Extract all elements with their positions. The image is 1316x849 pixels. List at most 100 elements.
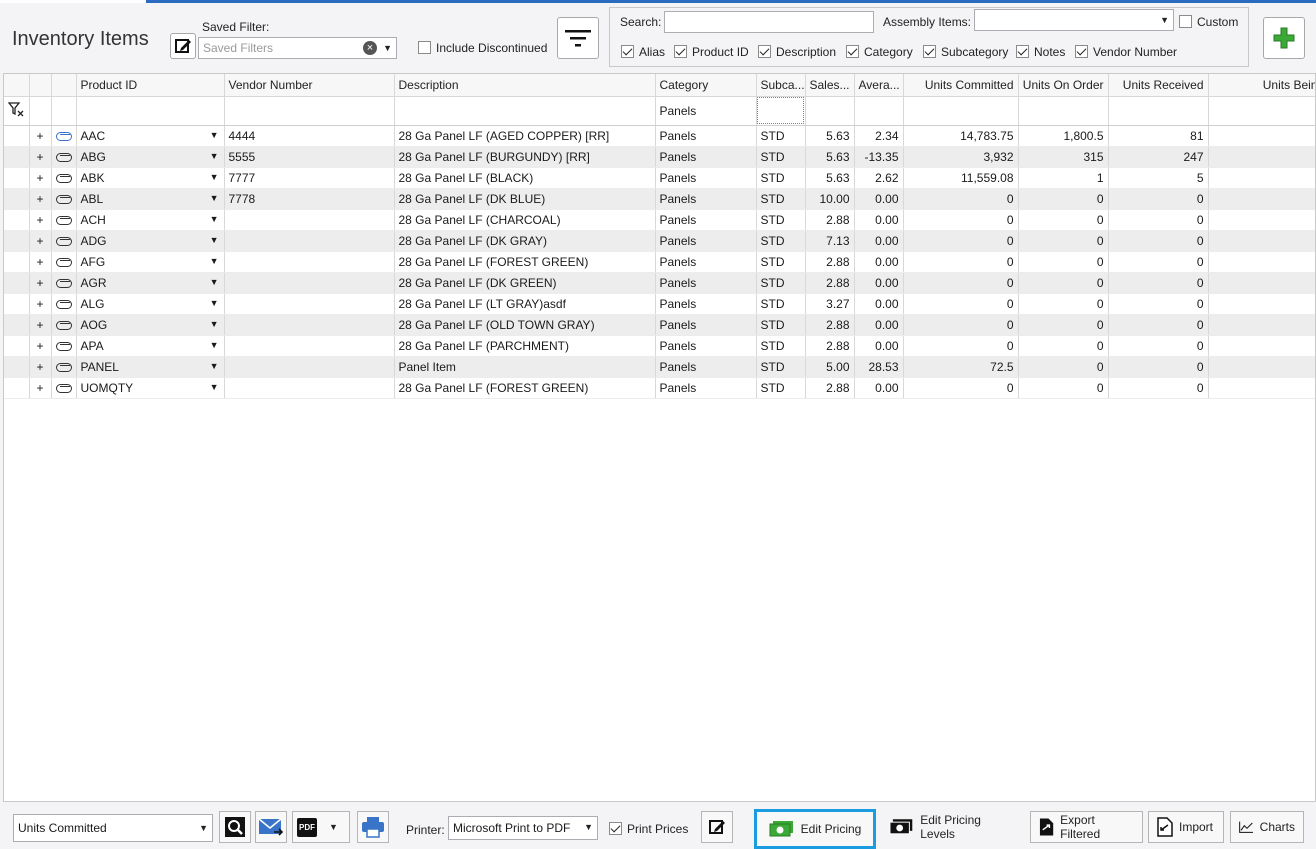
- cell-subcategory[interactable]: STD: [756, 125, 806, 147]
- cell-units-received[interactable]: 0: [1108, 335, 1209, 357]
- cell-units-being-produced[interactable]: [1208, 314, 1315, 336]
- cell-vendor-number[interactable]: 7777: [224, 167, 395, 189]
- filter-cell-category[interactable]: Panels: [655, 96, 757, 126]
- edit-pricing-levels-button[interactable]: Edit Pricing Levels: [880, 811, 1025, 843]
- row-indicator[interactable]: [4, 167, 30, 189]
- cell-units-committed[interactable]: 0: [903, 335, 1019, 357]
- filter-cell-sales[interactable]: [805, 96, 855, 126]
- charts-button[interactable]: Charts: [1230, 811, 1304, 843]
- cell-category[interactable]: Panels: [655, 272, 757, 294]
- cell-units-received[interactable]: 0: [1108, 377, 1209, 399]
- attachment-button[interactable]: [51, 272, 77, 294]
- chevron-down-icon[interactable]: ▼: [210, 235, 219, 245]
- cell-product-id[interactable]: ABK ▼: [76, 167, 225, 189]
- cell-units-on-order[interactable]: 0: [1018, 314, 1109, 336]
- cell-units-committed[interactable]: 14,783.75: [903, 125, 1019, 147]
- cell-product-id[interactable]: ABL ▼: [76, 188, 225, 210]
- expand-row-button[interactable]: +: [29, 188, 52, 210]
- attachment-button[interactable]: [51, 167, 77, 189]
- cell-product-id[interactable]: AGR ▼: [76, 272, 225, 294]
- chevron-down-icon[interactable]: ▼: [210, 172, 219, 182]
- cell-sales[interactable]: 2.88: [805, 335, 855, 357]
- cell-units-being-produced[interactable]: [1208, 356, 1315, 378]
- cell-subcategory[interactable]: STD: [756, 251, 806, 273]
- cell-units-being-produced[interactable]: [1208, 188, 1315, 210]
- cell-units-committed[interactable]: 0: [903, 272, 1019, 294]
- expand-row-button[interactable]: +: [29, 209, 52, 231]
- table-row[interactable]: + ACH ▼ 28 Ga Panel LF (CHARCOAL) Panels STD 2…: [4, 209, 1315, 231]
- cell-units-received[interactable]: 0: [1108, 314, 1209, 336]
- cell-sales[interactable]: 5.63: [805, 125, 855, 147]
- cell-category[interactable]: Panels: [655, 314, 757, 336]
- header-vendor-number[interactable]: Vendor Number: [224, 74, 395, 97]
- header-units-being-produced[interactable]: Units Being Produ: [1208, 74, 1315, 97]
- cell-product-id[interactable]: AAC ▼: [76, 125, 225, 147]
- search-option-subcategory[interactable]: Subcategory: [923, 45, 1008, 59]
- cell-vendor-number[interactable]: [224, 209, 395, 231]
- cell-units-being-produced[interactable]: [1208, 209, 1315, 231]
- cell-description[interactable]: 28 Ga Panel LF (DK BLUE): [394, 188, 656, 210]
- cell-units-on-order[interactable]: 0: [1018, 209, 1109, 231]
- expand-row-button[interactable]: +: [29, 377, 52, 399]
- cell-subcategory[interactable]: STD: [756, 356, 806, 378]
- cell-description[interactable]: 28 Ga Panel LF (CHARCOAL): [394, 209, 656, 231]
- cell-vendor-number[interactable]: [224, 356, 395, 378]
- expand-row-button[interactable]: +: [29, 335, 52, 357]
- cell-product-id[interactable]: APA ▼: [76, 335, 225, 357]
- cell-units-being-produced[interactable]: [1208, 230, 1315, 252]
- cell-units-being-produced[interactable]: [1208, 251, 1315, 273]
- cell-sales[interactable]: 3.27: [805, 293, 855, 315]
- filter-cell-average[interactable]: [854, 96, 904, 126]
- export-filtered-button[interactable]: Export Filtered: [1030, 811, 1143, 843]
- cell-subcategory[interactable]: STD: [756, 314, 806, 336]
- cell-description[interactable]: 28 Ga Panel LF (OLD TOWN GRAY): [394, 314, 656, 336]
- subcategory-box[interactable]: [923, 45, 936, 58]
- cell-units-received[interactable]: 0: [1108, 251, 1209, 273]
- clear-filters-button[interactable]: [4, 96, 30, 126]
- cell-units-committed[interactable]: 72.5: [903, 356, 1019, 378]
- cell-units-on-order[interactable]: 0: [1018, 356, 1109, 378]
- cell-description[interactable]: 28 Ga Panel LF (DK GREEN): [394, 272, 656, 294]
- attachment-button[interactable]: [51, 293, 77, 315]
- filter-cell-units-on-order[interactable]: [1018, 96, 1109, 126]
- include-discontinued-checkbox[interactable]: Include Discontinued: [418, 41, 547, 55]
- cell-average[interactable]: 0.00: [854, 377, 904, 399]
- cell-sales[interactable]: 7.13: [805, 230, 855, 252]
- row-indicator[interactable]: [4, 146, 30, 168]
- cell-product-id[interactable]: AOG ▼: [76, 314, 225, 336]
- search-option-alias[interactable]: Alias: [621, 45, 665, 59]
- cell-average[interactable]: 0.00: [854, 314, 904, 336]
- cell-average[interactable]: 0.00: [854, 272, 904, 294]
- filter-button[interactable]: [557, 17, 599, 59]
- cell-vendor-number[interactable]: 4444: [224, 125, 395, 147]
- cell-product-id[interactable]: ACH ▼: [76, 209, 225, 231]
- cell-vendor-number[interactable]: [224, 230, 395, 252]
- row-indicator[interactable]: [4, 356, 30, 378]
- expand-row-button[interactable]: +: [29, 146, 52, 168]
- cell-subcategory[interactable]: STD: [756, 146, 806, 168]
- cell-units-received[interactable]: 5: [1108, 167, 1209, 189]
- attachment-button[interactable]: [51, 230, 77, 252]
- cell-units-on-order[interactable]: 0: [1018, 293, 1109, 315]
- cell-units-received[interactable]: 0: [1108, 209, 1209, 231]
- table-row[interactable]: + ABG ▼ 5555 28 Ga Panel LF (BURGUNDY) [RR] P…: [4, 146, 1315, 168]
- expand-row-button[interactable]: +: [29, 230, 52, 252]
- cell-average[interactable]: 28.53: [854, 356, 904, 378]
- cell-sales[interactable]: 2.88: [805, 314, 855, 336]
- preview-button[interactable]: [219, 811, 251, 843]
- row-indicator[interactable]: [4, 272, 30, 294]
- chevron-down-icon[interactable]: ▼: [210, 361, 219, 371]
- chevron-down-icon[interactable]: ▼: [210, 298, 219, 308]
- print-prices-checkbox[interactable]: Print Prices: [609, 822, 688, 836]
- cell-vendor-number[interactable]: 7778: [224, 188, 395, 210]
- vendor-number-box[interactable]: [1075, 45, 1088, 58]
- expand-row-button[interactable]: +: [29, 167, 52, 189]
- cell-units-on-order[interactable]: 315: [1018, 146, 1109, 168]
- cell-average[interactable]: -13.35: [854, 146, 904, 168]
- table-row[interactable]: + ALG ▼ 28 Ga Panel LF (LT GRAY)asdf Panels S…: [4, 293, 1315, 315]
- cell-average[interactable]: 0.00: [854, 251, 904, 273]
- clear-icon[interactable]: ×: [363, 41, 377, 55]
- cell-category[interactable]: Panels: [655, 377, 757, 399]
- table-row[interactable]: + PANEL ▼ Panel Item Panels STD 5.00 28.53 72.5 0…: [4, 356, 1315, 378]
- cell-category[interactable]: Panels: [655, 146, 757, 168]
